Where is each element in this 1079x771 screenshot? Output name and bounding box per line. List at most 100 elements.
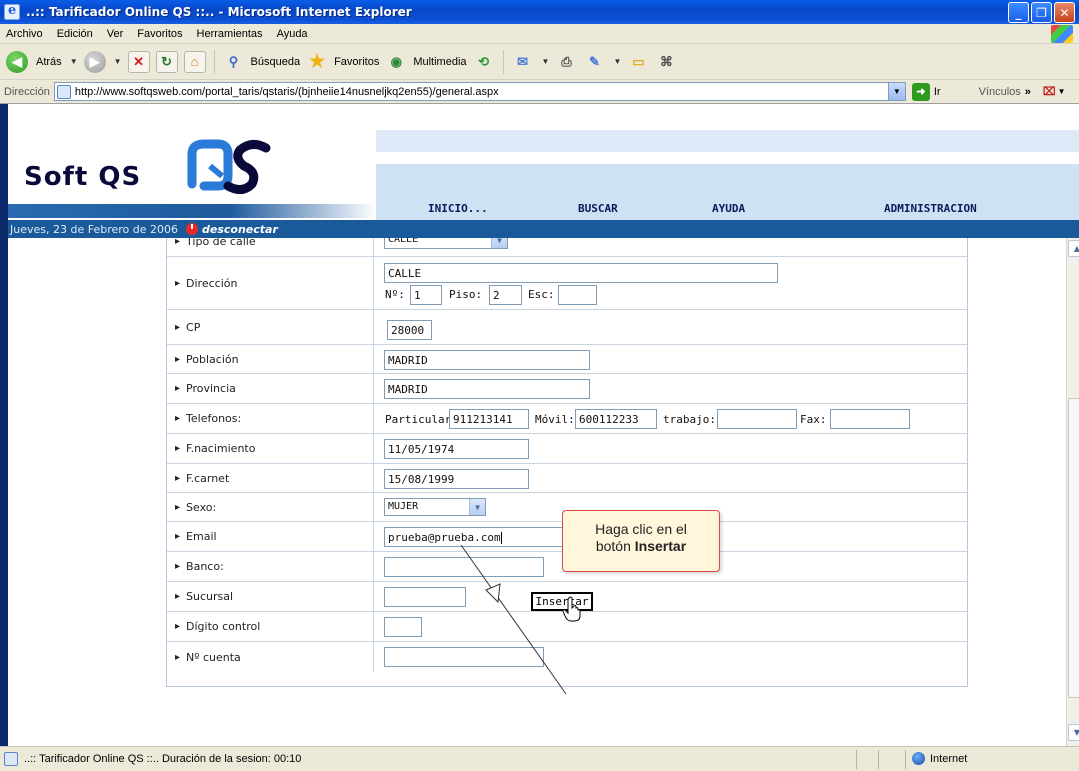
trabajo-input[interactable] xyxy=(717,409,797,429)
field-label: Dígito control xyxy=(167,612,374,641)
pdf-dropdown-icon[interactable]: ▼ xyxy=(1058,87,1066,96)
scroll-down-icon[interactable]: ▼ xyxy=(1068,724,1079,741)
scrollbar-thumb[interactable] xyxy=(1068,398,1079,698)
forward-arrow-icon[interactable]: ▶ xyxy=(83,50,106,73)
favorites-button-label[interactable]: Favoritos xyxy=(334,56,379,68)
header-stripe xyxy=(376,104,1079,112)
field-label: Población xyxy=(167,345,374,373)
back-button-label[interactable]: Atrás xyxy=(36,56,62,68)
edit-dropdown-icon[interactable]: ▼ xyxy=(613,57,621,66)
address-input[interactable]: http://www.softqsweb.com/portal_taris/qs… xyxy=(53,82,906,101)
back-arrow-icon[interactable]: ◀ xyxy=(6,50,28,73)
particular-input[interactable]: 911213141 xyxy=(449,409,529,429)
numero-cuenta-input[interactable] xyxy=(384,647,544,667)
address-dropdown-icon[interactable]: ▼ xyxy=(887,83,905,100)
multimedia-icon[interactable]: ◉ xyxy=(385,51,407,73)
numero-input[interactable]: 1 xyxy=(410,285,442,305)
field-label: F.nacimiento xyxy=(167,434,374,463)
nav-buscar[interactable]: BUSCAR xyxy=(578,202,618,215)
poblacion-input[interactable]: MADRID xyxy=(384,350,590,370)
power-icon[interactable] xyxy=(186,223,198,235)
address-url: http://www.softqsweb.com/portal_taris/qs… xyxy=(74,85,499,98)
email-input[interactable]: prueba@prueba.com xyxy=(384,527,590,547)
header-stripe xyxy=(376,164,1079,198)
digito-control-input[interactable] xyxy=(384,617,422,637)
fax-label: Fax: xyxy=(800,413,827,426)
fecha-nacimiento-input[interactable]: 11/05/1974 xyxy=(384,439,529,459)
window-controls: _ ❐ ✕ xyxy=(1008,2,1075,23)
history-icon[interactable]: ⟲ xyxy=(473,51,495,73)
favorites-star-icon[interactable]: ★ xyxy=(306,51,328,73)
trabajo-label: trabajo: xyxy=(663,413,716,426)
restore-button[interactable]: ❐ xyxy=(1031,2,1052,23)
nav-inicio[interactable]: INICIO... xyxy=(428,202,488,215)
links-label[interactable]: Vínculos xyxy=(979,86,1021,98)
menu-edicion[interactable]: Edición xyxy=(57,28,93,40)
site-nav: INICIO... BUSCAR AYUDA ADMINISTRACION xyxy=(376,198,1079,220)
toolbar-separator xyxy=(213,49,215,74)
field-value-cell: 28000 xyxy=(375,310,967,344)
logo-area: Soft QS xyxy=(8,104,376,220)
forward-dropdown-icon[interactable]: ▼ xyxy=(114,57,122,66)
toolbar-separator xyxy=(502,49,504,74)
sexo-select[interactable]: MUJER ▼ xyxy=(384,498,486,516)
back-dropdown-icon[interactable]: ▼ xyxy=(70,57,78,66)
go-button-label[interactable]: Ir xyxy=(934,86,941,98)
mail-icon[interactable]: ✉ xyxy=(512,51,534,73)
escalera-input[interactable] xyxy=(558,285,597,305)
print-icon[interactable]: ⎙ xyxy=(555,51,577,73)
menu-archivo[interactable]: Archivo xyxy=(6,28,43,40)
stop-icon[interactable]: ✕ xyxy=(127,50,150,73)
status-separator xyxy=(856,750,857,769)
header-stripe xyxy=(376,130,1079,152)
fecha-carnet-input[interactable]: 15/08/1999 xyxy=(384,469,529,489)
movil-input[interactable]: 600112233 xyxy=(575,409,657,429)
window-titlebar[interactable]: ..:: Tarificador Online QS ::.. - Micros… xyxy=(0,0,1079,24)
field-value-cell: CALLE ▼ xyxy=(375,237,967,256)
scroll-up-icon[interactable]: ▲ xyxy=(1068,240,1079,257)
refresh-icon[interactable]: ↻ xyxy=(155,50,178,73)
links-chevron-icon[interactable]: » xyxy=(1025,86,1031,98)
minimize-button[interactable]: _ xyxy=(1008,2,1029,23)
globe-icon xyxy=(912,752,925,765)
edit-icon[interactable]: ✎ xyxy=(583,51,605,73)
form-row-telefonos: Telefonos: Particular: 911213141 Móvil: … xyxy=(167,404,967,434)
mail-dropdown-icon[interactable]: ▼ xyxy=(542,57,550,66)
sucursal-input[interactable] xyxy=(384,587,466,607)
close-button[interactable]: ✕ xyxy=(1054,2,1075,23)
research-icon[interactable]: ⌘ xyxy=(655,51,677,73)
form-row-fecha-carnet: F.carnet 15/08/1999 xyxy=(167,464,967,493)
status-text: ..:: Tarificador Online QS ::.. Duración… xyxy=(24,753,302,765)
vertical-scrollbar[interactable]: ▲ ▼ xyxy=(1066,238,1079,746)
text-caret xyxy=(500,532,502,544)
menu-herramientas[interactable]: Herramientas xyxy=(197,28,263,40)
fax-input[interactable] xyxy=(830,409,910,429)
disconnect-link[interactable]: desconectar xyxy=(202,223,278,236)
callout-line2-bold: Insertar xyxy=(634,538,687,554)
go-arrow-icon[interactable]: ➜ xyxy=(911,82,930,101)
piso-input[interactable]: 2 xyxy=(489,285,522,305)
folder-icon[interactable]: ▭ xyxy=(627,51,649,73)
menu-ver[interactable]: Ver xyxy=(107,28,124,40)
pdf-icon[interactable]: ⌧ xyxy=(1043,85,1056,98)
chevron-down-icon[interactable]: ▼ xyxy=(469,499,485,515)
tutorial-callout: Haga clic en el botón Insertar xyxy=(562,510,720,572)
search-icon[interactable]: ⚲ xyxy=(223,51,245,73)
form-row-numero-cuenta: Nº cuenta xyxy=(167,642,967,672)
callout-line2: botón Insertar xyxy=(563,538,719,555)
menu-favoritos[interactable]: Favoritos xyxy=(137,28,182,40)
field-label: Telefonos: xyxy=(167,404,374,433)
provincia-input[interactable]: MADRID xyxy=(384,379,590,399)
direccion-input[interactable]: CALLE xyxy=(384,263,778,283)
field-value-cell: Particular: 911213141 Móvil: 600112233 t… xyxy=(375,404,967,433)
nav-ayuda[interactable]: AYUDA xyxy=(712,202,745,215)
cp-input[interactable]: 28000 xyxy=(387,320,432,340)
address-label: Dirección xyxy=(4,85,50,98)
menu-ayuda[interactable]: Ayuda xyxy=(277,28,308,40)
field-label: Nº cuenta xyxy=(167,642,374,672)
search-button-label[interactable]: Búsqueda xyxy=(251,56,301,68)
nav-administracion[interactable]: ADMINISTRACION xyxy=(884,202,977,215)
banco-input[interactable] xyxy=(384,557,544,577)
multimedia-button-label[interactable]: Multimedia xyxy=(413,56,466,68)
home-icon[interactable]: ⌂ xyxy=(183,50,206,73)
